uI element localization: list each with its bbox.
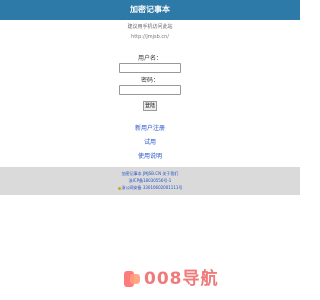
app-title: 加密记事本 xyxy=(130,5,170,14)
username-label: 用户名： xyxy=(137,55,162,62)
password-input[interactable] xyxy=(119,85,181,95)
instructions-link[interactable]: 使用说明 xyxy=(0,150,300,164)
footer: 加密记事本 JMJSB.CN 关于我们 浙ICP备18030556号-1 浙公网… xyxy=(0,167,300,195)
footer-links[interactable]: 加密记事本 JMJSB.CN 关于我们 xyxy=(0,170,300,177)
password-label: 密码： xyxy=(140,77,159,84)
nav-links: 新用户注册 试用 使用说明 xyxy=(0,122,300,164)
login-button[interactable]: 登陆 xyxy=(143,101,157,111)
site-url: http://jmjsb.cn/ xyxy=(131,34,169,40)
login-form: 用户名： 密码： 登陆 xyxy=(0,55,300,111)
tagline: 建议用手机访问此站 xyxy=(127,24,173,30)
police-record-text: 浙公网安备 33010602001111号 xyxy=(121,185,183,190)
police-badge-icon xyxy=(117,186,121,190)
username-input[interactable] xyxy=(119,63,181,73)
icp-record[interactable]: 浙ICP备18030556号-1 xyxy=(0,177,300,184)
police-record[interactable]: 浙公网安备 33010602001111号 xyxy=(0,184,300,191)
brand-watermark: 008导航 xyxy=(124,265,219,293)
trial-link[interactable]: 试用 xyxy=(0,136,300,150)
register-link[interactable]: 新用户注册 xyxy=(0,122,300,136)
app-header: 加密记事本 xyxy=(0,0,300,20)
brand-logo-icon xyxy=(124,271,142,287)
brand-text: 008导航 xyxy=(144,269,219,289)
